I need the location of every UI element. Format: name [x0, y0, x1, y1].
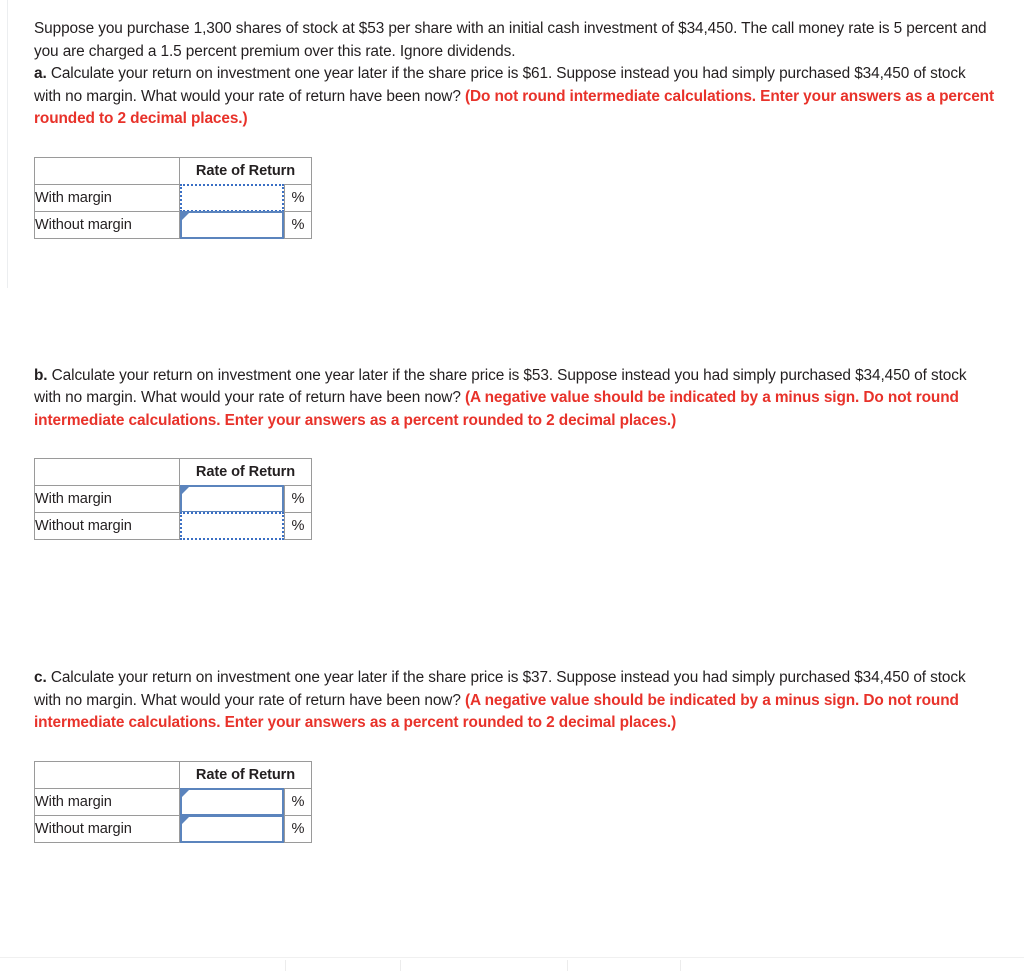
- cell-active-outline: [180, 814, 284, 843]
- part-b-table-wrap: Rate of Return With margin % Without mar…: [34, 458, 994, 540]
- input-cell-with-margin[interactable]: [179, 485, 285, 513]
- percent-symbol: %: [284, 183, 312, 212]
- percent-symbol: %: [284, 787, 312, 816]
- cell-selection-outline: [180, 512, 284, 540]
- left-panel-edge: [7, 0, 8, 288]
- rate-of-return-input-with-margin[interactable]: [182, 487, 282, 511]
- part-b-label: b.: [34, 366, 48, 384]
- input-cell-without-margin[interactable]: [179, 210, 285, 239]
- rate-of-return-table-a: Rate of Return With margin % Without mar…: [34, 156, 312, 239]
- header-rate-of-return: Rate of Return: [179, 458, 312, 486]
- input-cell-with-margin[interactable]: [179, 787, 285, 816]
- problem-statement: Suppose you purchase 1,300 shares of sto…: [34, 20, 987, 60]
- part-b-prompt: b. Calculate your return on investment o…: [34, 365, 994, 433]
- row-label-without-margin: Without margin: [34, 814, 180, 843]
- percent-symbol: %: [284, 210, 312, 239]
- input-cell-without-margin[interactable]: [179, 512, 285, 540]
- input-cell-without-margin[interactable]: [179, 814, 285, 843]
- row-label-with-margin: With margin: [34, 787, 180, 816]
- table-row: Without margin %: [34, 512, 312, 540]
- row-label-without-margin: Without margin: [34, 210, 180, 239]
- rate-of-return-table-b: Rate of Return With margin % Without mar…: [34, 458, 312, 540]
- cell-active-outline: [180, 787, 284, 816]
- part-c-table-wrap: Rate of Return With margin % Without mar…: [34, 760, 994, 843]
- percent-symbol: %: [284, 485, 312, 513]
- header-blank-cell: [34, 156, 180, 185]
- rate-of-return-input-with-margin[interactable]: [182, 789, 282, 814]
- rate-of-return-input-with-margin[interactable]: [182, 185, 282, 210]
- table-row: Without margin %: [34, 814, 312, 843]
- rate-of-return-input-without-margin[interactable]: [182, 816, 282, 841]
- header-rate-of-return: Rate of Return: [179, 156, 312, 185]
- rate-of-return-input-without-margin[interactable]: [182, 212, 282, 237]
- question-content: Suppose you purchase 1,300 shares of sto…: [34, 18, 994, 843]
- table-row: With margin %: [34, 485, 312, 513]
- rate-of-return-input-without-margin[interactable]: [182, 514, 282, 538]
- row-label-with-margin: With margin: [34, 485, 180, 513]
- table-row: Without margin %: [34, 210, 312, 239]
- rate-of-return-table-c: Rate of Return With margin % Without mar…: [34, 760, 312, 843]
- percent-symbol: %: [284, 512, 312, 540]
- footer-toolbar-ticks: [0, 958, 1024, 973]
- table-row: With margin %: [34, 183, 312, 212]
- input-cell-with-margin[interactable]: [179, 183, 285, 212]
- header-rate-of-return: Rate of Return: [179, 760, 312, 789]
- header-blank-cell: [34, 760, 180, 789]
- part-a-label: a.: [34, 65, 47, 82]
- cell-active-outline: [180, 210, 284, 239]
- row-label-with-margin: With margin: [34, 183, 180, 212]
- part-c-label: c.: [34, 669, 47, 686]
- row-label-without-margin: Without margin: [34, 512, 180, 540]
- part-a-prompt: a. Calculate your return on investment o…: [34, 63, 994, 131]
- table-header-row: Rate of Return: [34, 156, 312, 185]
- table-row: With margin %: [34, 787, 312, 816]
- part-a-table-wrap: Rate of Return With margin % Without mar…: [34, 156, 994, 239]
- percent-symbol: %: [284, 814, 312, 843]
- table-header-row: Rate of Return: [34, 760, 312, 789]
- header-blank-cell: [34, 458, 180, 486]
- cell-active-outline: [180, 485, 284, 513]
- table-header-row: Rate of Return: [34, 458, 312, 486]
- cell-selection-outline: [180, 183, 284, 212]
- part-c-prompt: c. Calculate your return on investment o…: [34, 667, 994, 735]
